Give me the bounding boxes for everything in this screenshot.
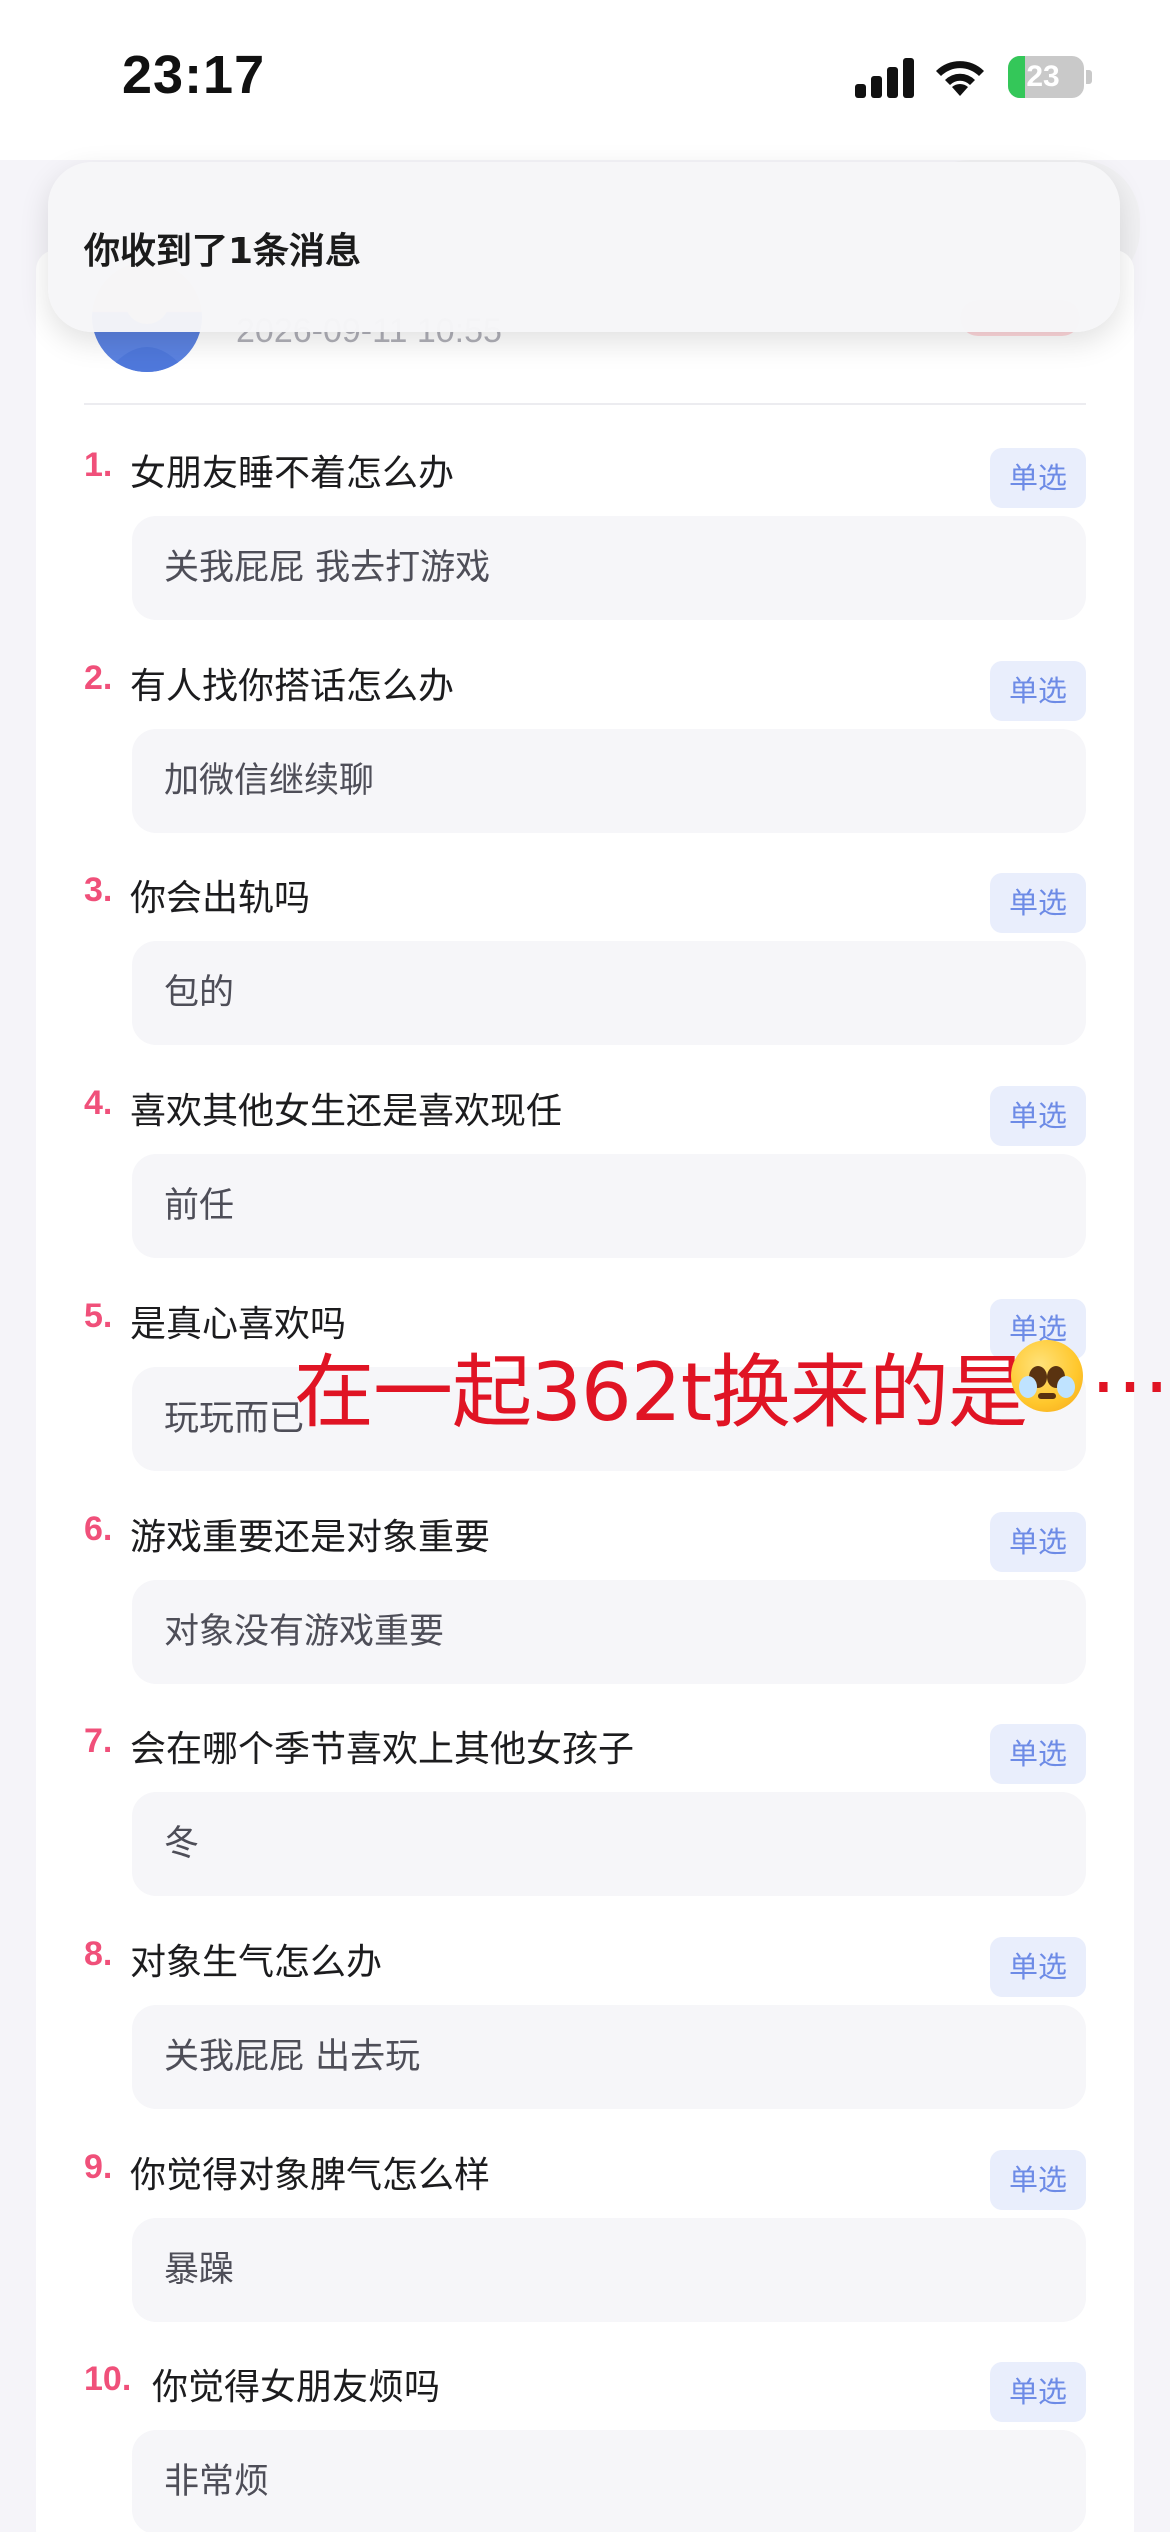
question-title: 你觉得女朋友烦吗 [152, 2367, 441, 2408]
single-choice-badge: 单选 [990, 1086, 1086, 1146]
question-item: 2. 有人找你搭话怎么办 单选加微信继续聊 [84, 659, 1086, 871]
question-number: 5. [84, 1297, 113, 1335]
single-choice-badge: 单选 [990, 661, 1086, 721]
battery-percent: 23 [1026, 60, 1060, 93]
status-bar: 23:17 23 [0, 0, 1170, 160]
answer-option[interactable]: 对象没有游戏重要 [132, 1580, 1086, 1684]
question-title: 你觉得对象脾气怎么样 [130, 2155, 491, 2196]
single-choice-badge: 单选 [990, 873, 1086, 933]
notification-text: 你收到了1条消息 [84, 231, 362, 272]
answer-option[interactable]: 冬 [132, 1792, 1086, 1896]
question-title: 对象生气怎么办 [130, 1942, 383, 1983]
answer-option[interactable]: 非常烦 [132, 2430, 1086, 2532]
answer-option[interactable]: 前任 [132, 1154, 1086, 1258]
question-number: 6. [84, 1510, 113, 1548]
question-title: 女朋友睡不着怎么办 [130, 453, 455, 494]
battery-charging-icon: 23 [1008, 56, 1084, 98]
single-choice-badge: 单选 [990, 448, 1086, 508]
question-number: 8. [84, 1935, 113, 1973]
single-choice-badge: 单选 [990, 1724, 1086, 1784]
battery-cap [1086, 70, 1092, 84]
divider [84, 403, 1086, 405]
question-number: 9. [84, 2148, 113, 2186]
question-item: 8. 对象生气怎么办 单选关我屁屁 出去玩 [84, 1935, 1086, 2147]
question-title: 有人找你搭话怎么办 [130, 666, 455, 707]
wifi-icon [936, 61, 984, 96]
answer-option[interactable]: 包的 [132, 941, 1086, 1045]
overlay-ellipsis: … [1090, 1318, 1170, 1411]
question-title: 会在哪个季节喜欢上其他女孩子 [130, 1729, 635, 1770]
question-item: 4. 喜欢其他女生还是喜欢现任 单选前任 [84, 1084, 1086, 1296]
question-item: 3. 你会出轨吗 单选包的 [84, 871, 1086, 1083]
question-number: 4. [84, 1084, 113, 1122]
question-number: 1. [84, 446, 113, 484]
question-number: 10. [84, 2360, 132, 2398]
single-choice-badge: 单选 [990, 2362, 1086, 2422]
single-choice-badge: 单选 [990, 2150, 1086, 2210]
question-title: 你会出轨吗 [130, 878, 311, 919]
question-item: 1. 女朋友睡不着怎么办 单选关我屁屁 我去打游戏 [84, 446, 1086, 658]
question-number: 3. [84, 871, 113, 909]
question-title: 喜欢其他女生还是喜欢现任 [130, 1091, 563, 1132]
question-item: 10. 你觉得女朋友烦吗 单选非常烦 [84, 2360, 1086, 2532]
question-item: 6. 游戏重要还是对象重要 单选对象没有游戏重要 [84, 1510, 1086, 1722]
answer-option[interactable]: 加微信继续聊 [132, 729, 1086, 833]
pleading-face-emoji-icon [1011, 1340, 1083, 1412]
question-number: 7. [84, 1722, 113, 1760]
question-title: 游戏重要还是对象重要 [130, 1517, 491, 1558]
cellular-signal-icon [855, 58, 917, 98]
overlay-caption: 在一起362t换来的是 [294, 1346, 1028, 1439]
answer-option[interactable]: 关我屁屁 出去玩 [132, 2005, 1086, 2109]
question-item: 9. 你觉得对象脾气怎么样 单选暴躁 [84, 2148, 1086, 2360]
answer-option[interactable]: 暴躁 [132, 2218, 1086, 2322]
status-time: 23:17 [122, 45, 266, 105]
single-choice-badge: 单选 [990, 1937, 1086, 1997]
answer-option[interactable]: 关我屁屁 我去打游戏 [132, 516, 1086, 620]
question-number: 2. [84, 659, 113, 697]
question-item: 7. 会在哪个季节喜欢上其他女孩子 单选冬 [84, 1722, 1086, 1934]
single-choice-badge: 单选 [990, 1512, 1086, 1572]
